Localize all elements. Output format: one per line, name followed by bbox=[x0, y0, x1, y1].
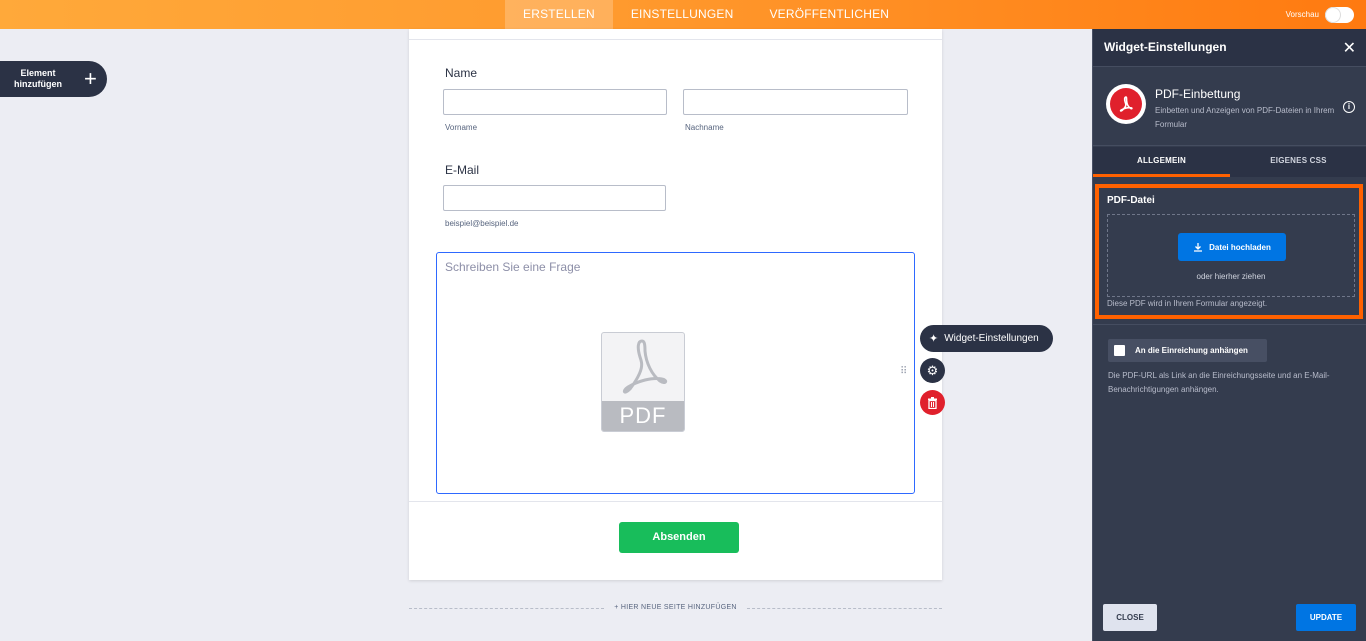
pdf-file-label: PDF-Datei bbox=[1107, 195, 1155, 206]
last-name-sublabel: Nachname bbox=[685, 123, 724, 132]
submit-button[interactable]: Absenden bbox=[619, 522, 739, 553]
preview-control: Vorschau bbox=[1286, 0, 1354, 29]
info-icon[interactable]: i bbox=[1343, 101, 1355, 113]
delete-button[interactable] bbox=[920, 390, 945, 415]
panel-divider bbox=[1093, 324, 1366, 325]
widget-logo bbox=[1106, 84, 1146, 124]
main-tabs: ERSTELLEN EINSTELLUNGEN VERÖFFENTLICHEN bbox=[505, 0, 907, 29]
widget-info: PDF-Einbettung Einbetten und Anzeigen vo… bbox=[1093, 68, 1366, 146]
name-label: Name bbox=[445, 66, 478, 80]
attach-checkbox[interactable] bbox=[1114, 345, 1125, 356]
form-top-divider bbox=[409, 39, 942, 40]
acrobat-logo-icon bbox=[1110, 88, 1142, 120]
update-button[interactable]: UPDATE bbox=[1296, 604, 1356, 631]
widget-settings-button[interactable]: ✦ Widget-Einstellungen bbox=[920, 325, 1053, 352]
email-label: E-Mail bbox=[445, 163, 480, 177]
add-new-page-label[interactable]: + HIER NEUE SEITE HINZUFÜGEN bbox=[409, 604, 942, 611]
widget-name: PDF-Einbettung bbox=[1155, 87, 1241, 101]
add-new-page[interactable]: + HIER NEUE SEITE HINZUFÜGEN bbox=[409, 603, 942, 613]
magic-wand-icon: ✦ bbox=[929, 333, 939, 345]
add-element-label: Element hinzufügen bbox=[0, 68, 76, 90]
panel-header: Widget-Einstellungen ✕ bbox=[1093, 29, 1366, 67]
form-bottom-divider bbox=[409, 501, 942, 502]
pdf-dropzone[interactable]: Datei hochladen oder hierher ziehen bbox=[1107, 214, 1355, 297]
panel-footer: CLOSE UPDATE bbox=[1093, 595, 1366, 641]
tab-erstellen[interactable]: ERSTELLEN bbox=[505, 0, 613, 29]
panel-title: Widget-Einstellungen bbox=[1104, 40, 1227, 54]
form-card: Name Vorname Nachname E-Mail beispiel@be… bbox=[409, 29, 942, 580]
tab-allgemein[interactable]: ALLGEMEIN bbox=[1093, 147, 1230, 177]
first-name-input[interactable] bbox=[443, 89, 667, 115]
pdf-file-icon: PDF bbox=[601, 332, 685, 432]
close-icon[interactable]: ✕ bbox=[1343, 38, 1356, 58]
pdf-hint: Diese PDF wird in Ihrem Formular angezei… bbox=[1107, 299, 1268, 308]
attach-description: Die PDF-URL als Link an die Einreichungs… bbox=[1108, 371, 1330, 394]
pdf-file-section: PDF-Datei Datei hochladen oder hierher z… bbox=[1095, 184, 1363, 319]
panel-tabs: ALLGEMEIN EIGENES CSS bbox=[1093, 147, 1366, 177]
close-button[interactable]: CLOSE bbox=[1103, 604, 1157, 631]
email-sublabel: beispiel@beispiel.de bbox=[445, 219, 519, 228]
tab-veroeffentlichen[interactable]: VERÖFFENTLICHEN bbox=[751, 0, 907, 29]
attach-label: An die Einreichung anhängen bbox=[1135, 346, 1248, 355]
widget-settings-panel: Widget-Einstellungen ✕ PDF-Einbettung Ei… bbox=[1092, 29, 1366, 641]
add-element-label-line1: Element bbox=[20, 68, 56, 78]
upload-file-button[interactable]: Datei hochladen bbox=[1178, 233, 1286, 261]
tab-eigenes-css[interactable]: EIGENES CSS bbox=[1230, 147, 1366, 177]
drag-here-text: oder hierher ziehen bbox=[1196, 272, 1266, 281]
gear-button[interactable]: ⚙ bbox=[920, 358, 945, 383]
top-bar: ERSTELLEN EINSTELLUNGEN VERÖFFENTLICHEN … bbox=[0, 0, 1366, 29]
preview-label: Vorschau bbox=[1285, 10, 1319, 19]
drag-handle-icon[interactable]: ⠿ bbox=[900, 366, 907, 377]
plus-icon: + bbox=[84, 66, 97, 91]
trash-icon bbox=[928, 396, 937, 409]
pdf-icon-label: PDF bbox=[602, 401, 684, 431]
first-name-sublabel: Vorname bbox=[445, 123, 478, 132]
widget-description: Einbetten und Anzeigen von PDF-Dateien i… bbox=[1155, 106, 1335, 129]
attach-to-submission-toggle[interactable]: An die Einreichung anhängen bbox=[1108, 339, 1267, 362]
add-element-label-line2: hinzufügen bbox=[14, 79, 62, 89]
preview-toggle[interactable] bbox=[1325, 6, 1354, 23]
widget-settings-label: Widget-Einstellungen bbox=[944, 333, 1039, 344]
tab-einstellungen[interactable]: EINSTELLUNGEN bbox=[613, 0, 752, 29]
download-icon bbox=[1194, 243, 1203, 252]
pdf-embed-question[interactable]: Schreiben Sie eine Frage PDF bbox=[436, 252, 915, 494]
add-element-button[interactable]: Element hinzufügen + bbox=[0, 61, 107, 97]
upload-file-label: Datei hochladen bbox=[1209, 242, 1271, 252]
email-input[interactable] bbox=[443, 185, 666, 211]
last-name-input[interactable] bbox=[683, 89, 908, 115]
question-placeholder[interactable]: Schreiben Sie eine Frage bbox=[445, 260, 580, 274]
gear-icon: ⚙ bbox=[926, 362, 939, 378]
acrobat-icon bbox=[622, 339, 668, 394]
